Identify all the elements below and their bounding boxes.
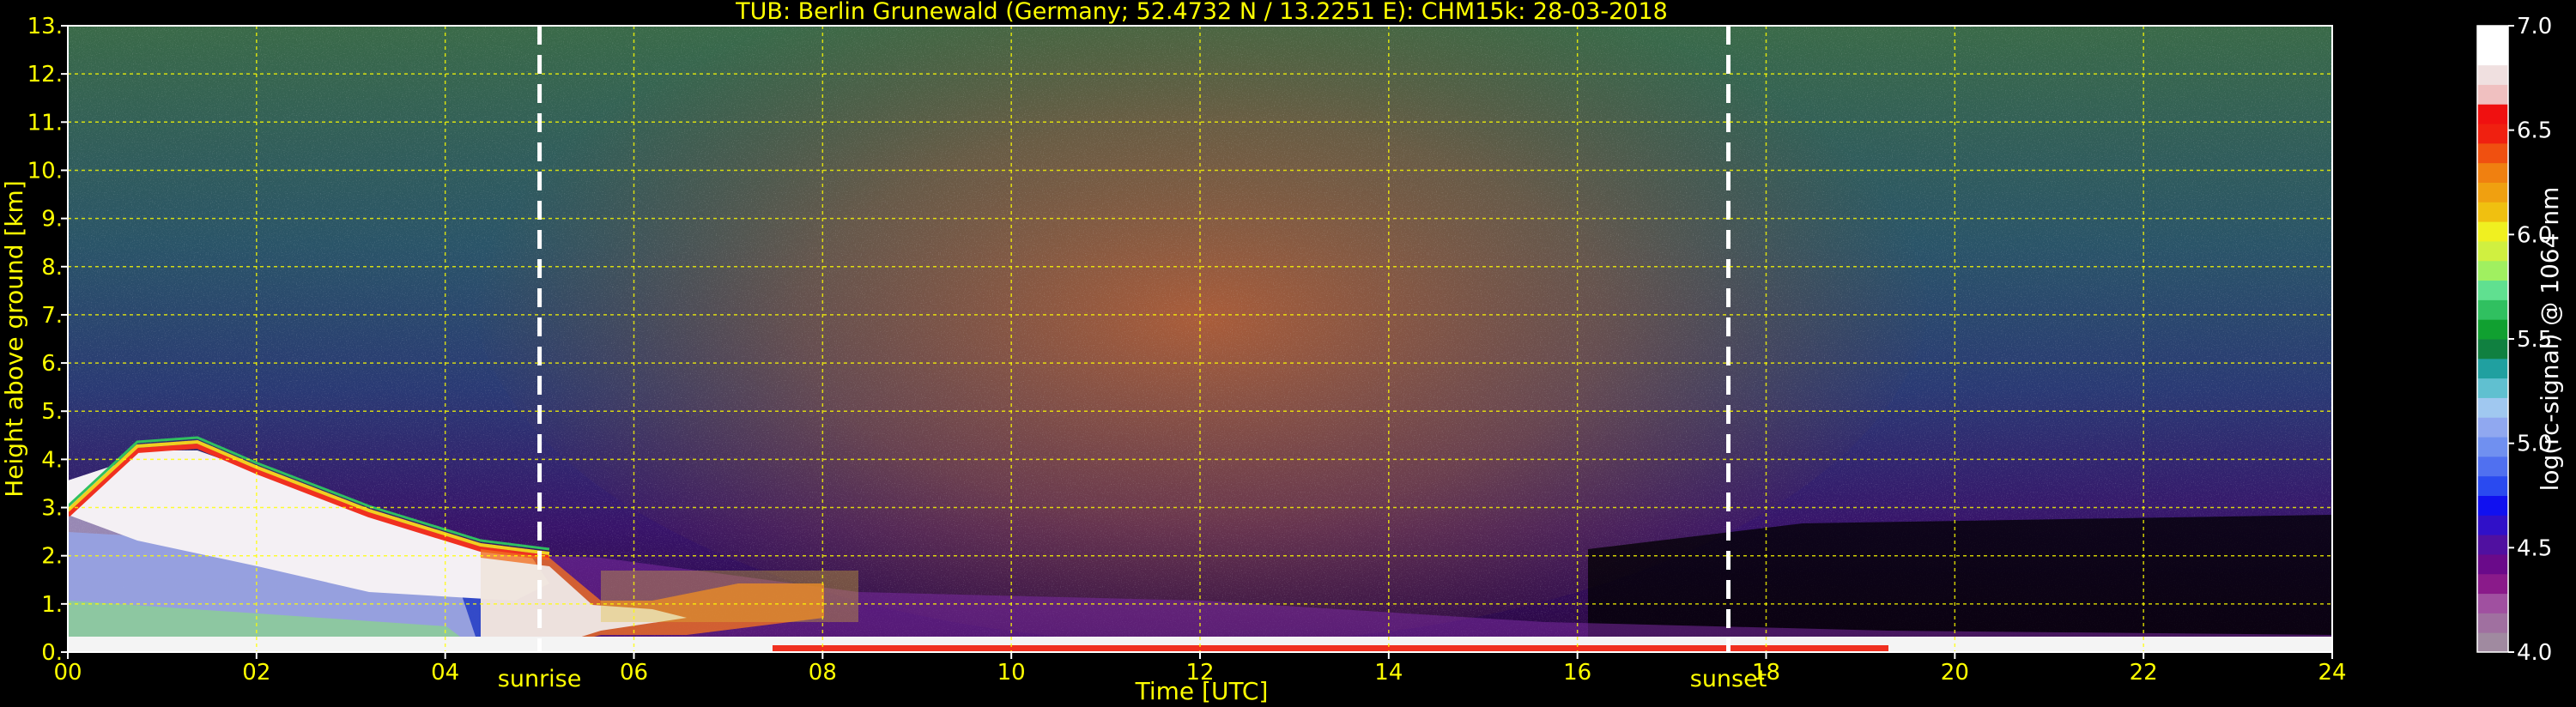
colorbar-segment — [2477, 515, 2508, 535]
colorbar-segment — [2477, 593, 2508, 613]
x-tick-label: 22 — [2130, 660, 2158, 686]
sunset-label: sunset — [1690, 666, 1767, 692]
y-tick-label: 13. — [27, 14, 63, 39]
colorbar-segment — [2477, 84, 2508, 105]
colorbar-tick-label: 4.0 — [2517, 640, 2552, 666]
y-tick-label: 7. — [41, 303, 63, 329]
colorbar-tick-label: 7.0 — [2517, 14, 2552, 39]
colorbar-segment — [2477, 162, 2508, 183]
sunrise-label: sunrise — [498, 666, 582, 692]
y-tick-label: 6. — [41, 351, 63, 377]
colorbar-segment — [2477, 280, 2508, 300]
y-tick-label: 9. — [41, 207, 63, 233]
x-tick-label: 24 — [2318, 660, 2346, 686]
colorbar-segment — [2477, 613, 2508, 633]
x-tick-label: 20 — [1941, 660, 1969, 686]
colorbar-segment — [2477, 104, 2508, 124]
colorbar-segment — [2477, 260, 2508, 281]
colorbar-segment — [2477, 437, 2508, 457]
colorbar-segment — [2477, 475, 2508, 496]
colorbar-segment — [2477, 397, 2508, 418]
x-axis-label: Time [UTC] — [1135, 677, 1269, 705]
colorbar-segment — [2477, 535, 2508, 555]
y-axis-ticks: 0. 1. 2. 3. 4. 5. 6. 7. 8. 9. 10. 11. 12. 13. — [27, 14, 68, 666]
x-tick-label: 16 — [1563, 660, 1591, 686]
colorbar-segment — [2477, 417, 2508, 438]
x-tick-label: 06 — [620, 660, 648, 686]
y-tick-label: 0. — [41, 640, 63, 666]
colorbar-segment — [2477, 202, 2508, 222]
y-tick-label: 10. — [27, 158, 63, 184]
x-tick-label: 02 — [242, 660, 270, 686]
x-tick-label: 10 — [997, 660, 1026, 686]
convective-streaks — [601, 571, 858, 622]
x-tick-label: 04 — [431, 660, 459, 686]
lidar-chart: 00 02 04 06 08 10 12 14 16 18 20 22 24 0.1.2.3.4.5.6… — [0, 0, 2564, 705]
colorbar-tick-label: 4.5 — [2517, 535, 2552, 561]
y-tick-label: 1. — [41, 592, 63, 618]
ground-layer-red — [773, 645, 1888, 652]
colorbar-segment — [2477, 495, 2508, 516]
colorbar-segment — [2477, 182, 2508, 202]
colorbar-segment — [2477, 240, 2508, 262]
colorbar-segment — [2477, 124, 2508, 144]
colorbar-segment — [2477, 553, 2508, 575]
colorbar-label: log(rc-signal) @ 1064 nm — [2536, 187, 2564, 492]
colorbar-segment — [2477, 26, 2508, 46]
colorbar-segment — [2477, 142, 2508, 164]
colorbar-segment — [2477, 64, 2508, 85]
x-tick-label: 14 — [1374, 660, 1403, 686]
x-tick-label: 08 — [809, 660, 837, 686]
colorbar-segment — [2477, 339, 2508, 360]
y-tick-label: 12. — [27, 62, 63, 88]
y-tick-label: 5. — [41, 399, 63, 425]
colorbar-segment — [2477, 573, 2508, 595]
colorbar-segment — [2477, 45, 2508, 66]
y-tick-label: 11. — [27, 110, 63, 136]
chart-title: TUB: Berlin Grunewald (Germany; 52.4732 … — [735, 0, 1668, 25]
y-axis-label: Height above ground [km] — [0, 180, 28, 498]
y-tick-label: 8. — [41, 255, 63, 281]
y-tick-label: 2. — [41, 544, 63, 570]
y-tick-label: 3. — [41, 496, 63, 522]
colorbar-segment — [2477, 358, 2508, 379]
colorbar-segment — [2477, 319, 2508, 340]
colorbar — [2476, 25, 2509, 653]
colorbar-segment — [2477, 221, 2508, 242]
y-tick-label: 4. — [41, 447, 63, 473]
colorbar-segment — [2477, 632, 2508, 653]
colorbar-segment — [2477, 456, 2508, 477]
colorbar-tick-label: 6.5 — [2517, 118, 2552, 144]
colorbar-segment — [2477, 378, 2508, 398]
colorbar-segment — [2477, 299, 2508, 320]
